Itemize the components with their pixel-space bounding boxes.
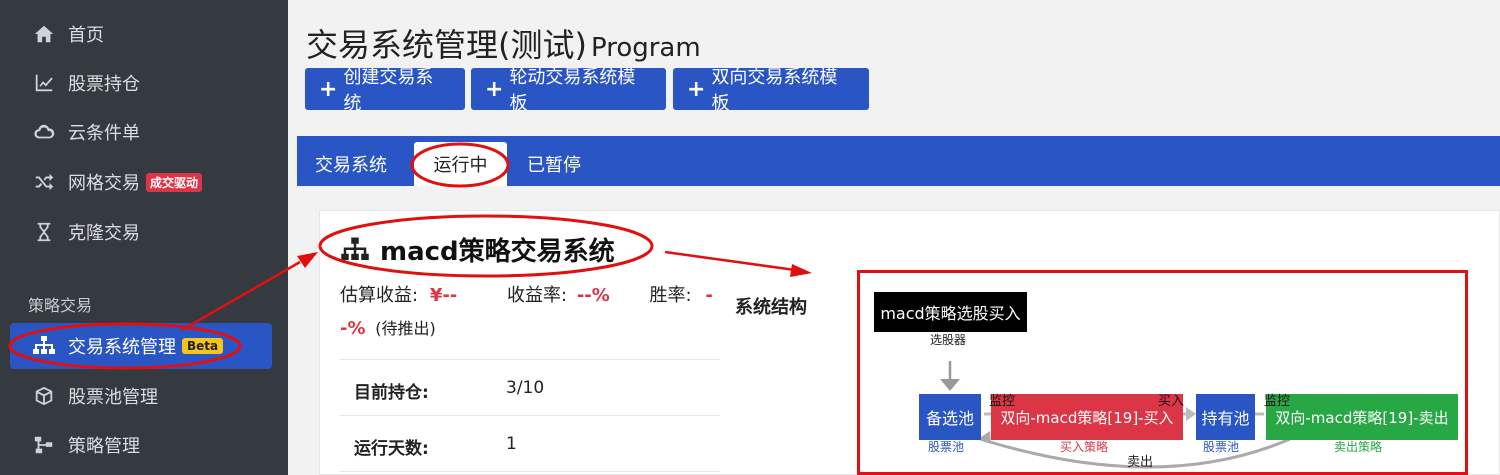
sitemap-icon [341, 237, 369, 260]
sidebar-item-label: 网格交易 [68, 173, 140, 194]
tab-paused[interactable]: 已暂停 [509, 142, 599, 186]
structure-label: 系统结构 [735, 297, 807, 318]
days-value: 1 [506, 434, 517, 454]
status-badge: 成交驱动 [146, 172, 203, 192]
rotation-template-label: 轮动交易系统模板 [509, 67, 636, 114]
create-system-button[interactable]: + 创建交易系统 [305, 67, 465, 114]
sidebar-item-cloud-orders[interactable]: 云条件单 [0, 108, 288, 156]
sidebar: 首页 股票持仓 云条件单 网格交易 成交驱动 克隆交易 策略交易 交易系统管理 … [0, 0, 288, 475]
create-system-label: 创建交易系统 [343, 67, 434, 114]
system-name[interactable]: macd策略交易系统 [380, 231, 615, 268]
stats-line-2: -% (待推出) [340, 315, 436, 339]
selector-node[interactable]: macd策略选股买入 [874, 292, 1027, 332]
rotation-template-button[interactable]: + 轮动交易系统模板 [471, 67, 666, 114]
sidebar-item-label: 策略管理 [68, 436, 140, 457]
winrate-label: 胜率: [649, 285, 692, 306]
page-title: 交易系统管理(测试) Program [306, 20, 701, 66]
sidebar-item-grid-trading[interactable]: 网格交易 成交驱动 [0, 158, 288, 206]
sidebar-item-home[interactable]: 首页 [0, 10, 288, 58]
days-label: 运行天数: [354, 439, 429, 459]
winrate-value: - [705, 285, 713, 306]
cloud-icon [32, 120, 56, 144]
divider [340, 415, 720, 416]
main-content: 交易系统管理(测试) Program + 创建交易系统 + 轮动交易系统模板 + 双向交… [288, 0, 1500, 475]
yield-value: --% [576, 285, 610, 306]
sidebar-item-label: 股票池管理 [68, 387, 158, 408]
divider [340, 359, 720, 360]
shuffle-icon [32, 170, 56, 194]
bidirectional-template-label: 双向交易系统模板 [711, 67, 838, 114]
system-card: macd策略交易系统 估算收益: ¥-- 收益率: --% 胜率: - -% (… [319, 210, 1500, 475]
sitemap-icon [32, 334, 58, 358]
plus-icon: + [687, 76, 706, 102]
chart-line-icon [32, 71, 56, 95]
sidebar-item-label: 克隆交易 [68, 223, 140, 244]
beta-badge: Beta [182, 338, 224, 354]
sidebar-item-stock-pool[interactable]: 股票池管理 [0, 372, 288, 420]
sidebar-item-label: 首页 [68, 25, 104, 46]
page-subtitle: Program [590, 33, 701, 63]
monitor-label: 监控 [1264, 394, 1291, 409]
monitor-label: 监控 [989, 394, 1016, 409]
system-title: macd策略交易系统 [340, 231, 615, 268]
holdings-value: 3/10 [506, 378, 545, 398]
system-structure-diagram: macd策略选股买入 选股器 备选池 股票池 双向-macd策略[19]-买入 … [857, 270, 1468, 475]
buy-strategy-caption: 买入策略 [1060, 440, 1109, 454]
network-icon [32, 433, 56, 457]
selector-caption: 选股器 [930, 333, 967, 347]
candidate-pool-caption: 股票池 [928, 440, 965, 454]
page-title-text: 交易系统管理(测试) [306, 26, 587, 64]
tab-running[interactable]: 运行中 [414, 142, 507, 186]
sidebar-item-strategy-management[interactable]: 策略管理 [0, 421, 288, 469]
sell-arrow-label: 卖出 [1127, 455, 1154, 470]
candidate-pool-node[interactable]: 备选池 [919, 394, 981, 440]
plus-icon: + [319, 76, 338, 102]
sidebar-item-label: 云条件单 [68, 123, 140, 144]
yield-label: 收益率: [507, 285, 568, 306]
sidebar-item-clone-trading[interactable]: 克隆交易 [0, 208, 288, 256]
holding-pool-caption: 股票池 [1203, 440, 1240, 454]
home-icon [32, 22, 56, 46]
plus-icon: + [485, 76, 504, 102]
buy-arrow-label: 买入 [1158, 394, 1185, 409]
pending-note: (待推出) [375, 319, 436, 338]
sidebar-item-label: 股票持仓 [68, 74, 140, 95]
stats-line: 估算收益: ¥-- 收益率: --% 胜率: - [340, 281, 713, 307]
winrate-value-cont: -% [340, 318, 366, 339]
hourglass-icon [32, 220, 56, 244]
cube-icon [32, 384, 56, 408]
sell-strategy-caption: 卖出策略 [1334, 440, 1383, 454]
buy-strategy-node[interactable]: 双向-macd策略[19]-买入 [991, 394, 1183, 440]
bidirectional-template-button[interactable]: + 双向交易系统模板 [673, 67, 869, 114]
sidebar-section-label: 策略交易 [28, 296, 93, 315]
sidebar-item-trading-system-management[interactable]: 交易系统管理 Beta [10, 323, 272, 369]
est-profit-value: ¥-- [429, 285, 458, 306]
est-profit-label: 估算收益: [340, 285, 419, 306]
tab-systems[interactable]: 交易系统 [297, 142, 405, 186]
sidebar-item-label: 交易系统管理 [68, 337, 176, 358]
tab-bar: 交易系统 运行中 已暂停 [297, 136, 1500, 186]
sidebar-item-holdings[interactable]: 股票持仓 [0, 59, 288, 107]
divider [340, 471, 720, 472]
sell-strategy-node[interactable]: 双向-macd策略[19]-卖出 [1266, 394, 1458, 440]
holdings-label: 目前持仓: [354, 383, 429, 403]
holding-pool-node[interactable]: 持有池 [1196, 394, 1255, 440]
